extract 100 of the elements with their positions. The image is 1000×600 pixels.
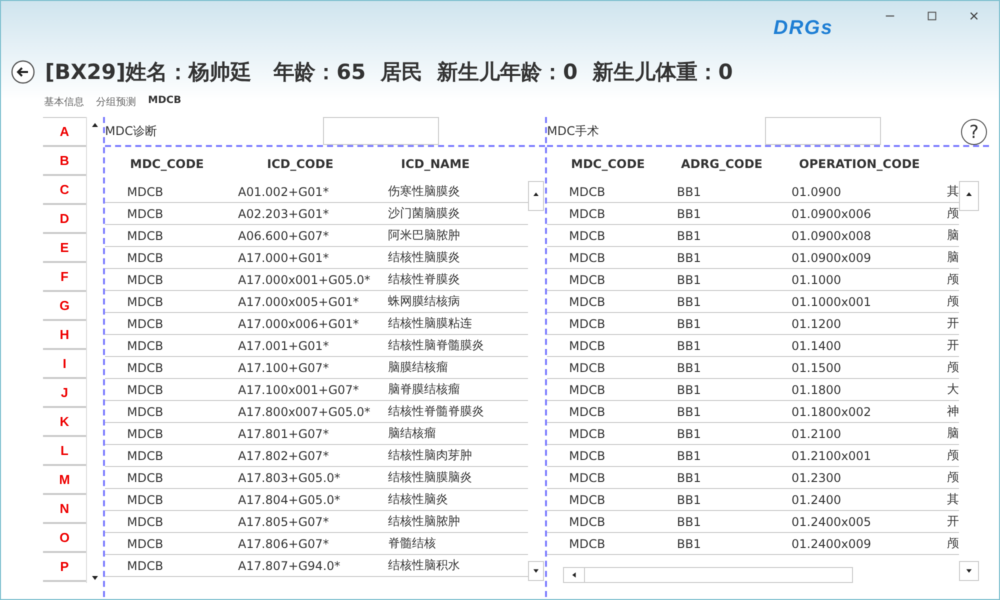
column-header[interactable]: ICD_NAME <box>391 157 470 171</box>
letter-tab[interactable]: E <box>43 234 86 263</box>
letter-tab[interactable]: L <box>43 437 86 466</box>
app-logo: DRGs <box>773 17 833 40</box>
table-cell: 颅 <box>946 447 959 464</box>
letter-tab[interactable]: K <box>43 408 86 437</box>
table-cell-text: A17.807+G94.0* <box>238 558 342 572</box>
letter-tab[interactable]: O <box>43 524 86 553</box>
table-cell-text: MDCB <box>126 382 164 396</box>
table-cell: 颅 <box>946 271 959 288</box>
table-cell-text: MDCB <box>568 206 606 220</box>
table-cell-text: MDCB <box>126 404 164 418</box>
table-cell: 结核性脑积水 <box>388 557 460 574</box>
table-cell: 结核性脑肉芽肿 <box>388 447 472 464</box>
letter-tab[interactable]: M <box>43 466 86 495</box>
column-header[interactable]: ADRG_CODE <box>681 157 799 171</box>
letter-tab[interactable]: C <box>43 176 86 205</box>
table-cell-text: MDCB <box>568 404 606 418</box>
scroll-down-icon[interactable] <box>528 561 544 581</box>
table-cell-text: 01.1400 <box>792 338 842 352</box>
table-cell: 结核性脑膜炎 <box>388 249 460 266</box>
filter-field[interactable] <box>323 117 439 145</box>
table-cell-text: BB1 <box>676 272 702 286</box>
table-cell: 颅 <box>946 293 959 310</box>
table-cell-text: MDCB <box>126 338 164 352</box>
breadcrumb-link[interactable]: 分组预测 <box>96 95 136 117</box>
table-cell-text: A17.000x006+G01* <box>238 316 360 330</box>
table-cell-text: MDCB <box>126 514 164 528</box>
table-cell-text: A17.803+G05.0* <box>238 470 342 484</box>
table-cell-text: MDCB <box>126 492 164 506</box>
column-header[interactable]: MDC_CODE <box>105 157 241 171</box>
table-cell-text: MDCB <box>568 338 606 352</box>
letter-tab[interactable]: P <box>43 553 86 582</box>
table-cell-text: 01.2400x009 <box>792 536 872 550</box>
table-cell-text: MDCB <box>568 492 606 506</box>
table-cell-text: MDCB <box>126 448 164 462</box>
table-cell-text: MDCB <box>126 206 164 220</box>
table-cell-text: BB1 <box>676 448 702 462</box>
table-cell-text: BB1 <box>676 470 702 484</box>
table-cell: 颅 <box>946 535 959 552</box>
table-cell-text: A17.802+G07* <box>238 448 330 462</box>
table-cell-text: BB1 <box>676 184 702 198</box>
table-cell: 结核性脊髓脊膜炎 <box>388 403 484 420</box>
table-cell-text: A17.100x001+G07* <box>238 382 360 396</box>
table-cell-text: BB1 <box>676 316 702 330</box>
patient-title: [BX29]姓名：杨帅廷 年龄：65 居民 新生儿年龄：0 新生儿体重：0 <box>45 59 733 86</box>
table-cell: 大 <box>946 381 959 398</box>
table-cell-text: A17.800x007+G05.0* <box>238 404 372 418</box>
table-cell: 伤寒性脑膜炎 <box>388 183 460 200</box>
letter-tab[interactable]: N <box>43 495 86 524</box>
breadcrumb-link[interactable]: MDCB <box>148 95 182 117</box>
table-cell-text: BB1 <box>676 250 702 264</box>
table-cell: 开 <box>946 513 959 530</box>
letter-tab[interactable]: B <box>43 147 86 176</box>
letter-tab[interactable]: A <box>43 117 86 147</box>
maximize-icon[interactable] <box>927 11 937 21</box>
table-cell: 颅 <box>946 359 959 376</box>
close-icon[interactable] <box>969 11 979 21</box>
table-cell: 结核性脑脓肿 <box>388 513 460 530</box>
column-header[interactable]: MDC_CODE <box>547 157 681 171</box>
table-cell-text: MDCB <box>126 360 164 374</box>
back-icon[interactable] <box>11 60 35 84</box>
table-cell-text: A06.600+G07* <box>238 228 330 242</box>
table-cell: 其 <box>946 491 959 508</box>
table-cell: 脑 <box>946 425 959 442</box>
filter-label: MDC手术 <box>547 122 600 140</box>
column-header[interactable]: OPERATION_CODE <box>799 157 959 171</box>
column-header[interactable]: ICD_CODE <box>241 157 391 171</box>
table-cell-text: 01.0900x006 <box>792 206 872 220</box>
table-cell-text: MDCB <box>126 426 164 440</box>
table-cell: 结核性脑膜脑炎 <box>388 469 472 486</box>
help-button[interactable]: ? <box>961 119 987 145</box>
letter-tab[interactable]: J <box>43 379 86 408</box>
letter-tab[interactable]: D <box>43 205 86 234</box>
letter-tab[interactable]: H <box>43 321 86 350</box>
table-cell-text: MDCB <box>568 294 606 308</box>
table-cell-text: MDCB <box>568 536 606 550</box>
letter-tab[interactable]: I <box>43 350 86 379</box>
table-cell-text: MDCB <box>126 294 164 308</box>
table-cell-text: BB1 <box>676 536 702 550</box>
table-cell-text: 01.1200 <box>792 316 842 330</box>
table-cell-text: 01.1800x002 <box>792 404 872 418</box>
table-cell-text: A17.804+G05.0* <box>238 492 342 506</box>
table-cell-text: 01.0900x009 <box>792 250 872 264</box>
table-cell-text: MDCB <box>568 360 606 374</box>
table-cell: 阿米巴脑脓肿 <box>388 227 460 244</box>
filter-field[interactable] <box>765 117 881 145</box>
table-cell-text: MDCB <box>126 250 164 264</box>
table-cell-text: 01.2400x005 <box>792 514 872 528</box>
horizontal-scroll-bar[interactable] <box>563 567 853 583</box>
table-cell-text: MDCB <box>568 184 606 198</box>
table-cell-text: MDCB <box>568 382 606 396</box>
table-cell-text: 01.1500 <box>792 360 842 374</box>
table-cell: 脊髓结核 <box>388 535 436 552</box>
letter-tab[interactable]: F <box>43 263 86 292</box>
letter-tab[interactable]: G <box>43 292 86 321</box>
table-cell-text: MDCB <box>126 316 164 330</box>
table-cell-text: BB1 <box>676 404 702 418</box>
table-cell-text: A17.000x001+G05.0* <box>238 272 372 286</box>
breadcrumb-link[interactable]: 基本信息 <box>44 95 84 117</box>
